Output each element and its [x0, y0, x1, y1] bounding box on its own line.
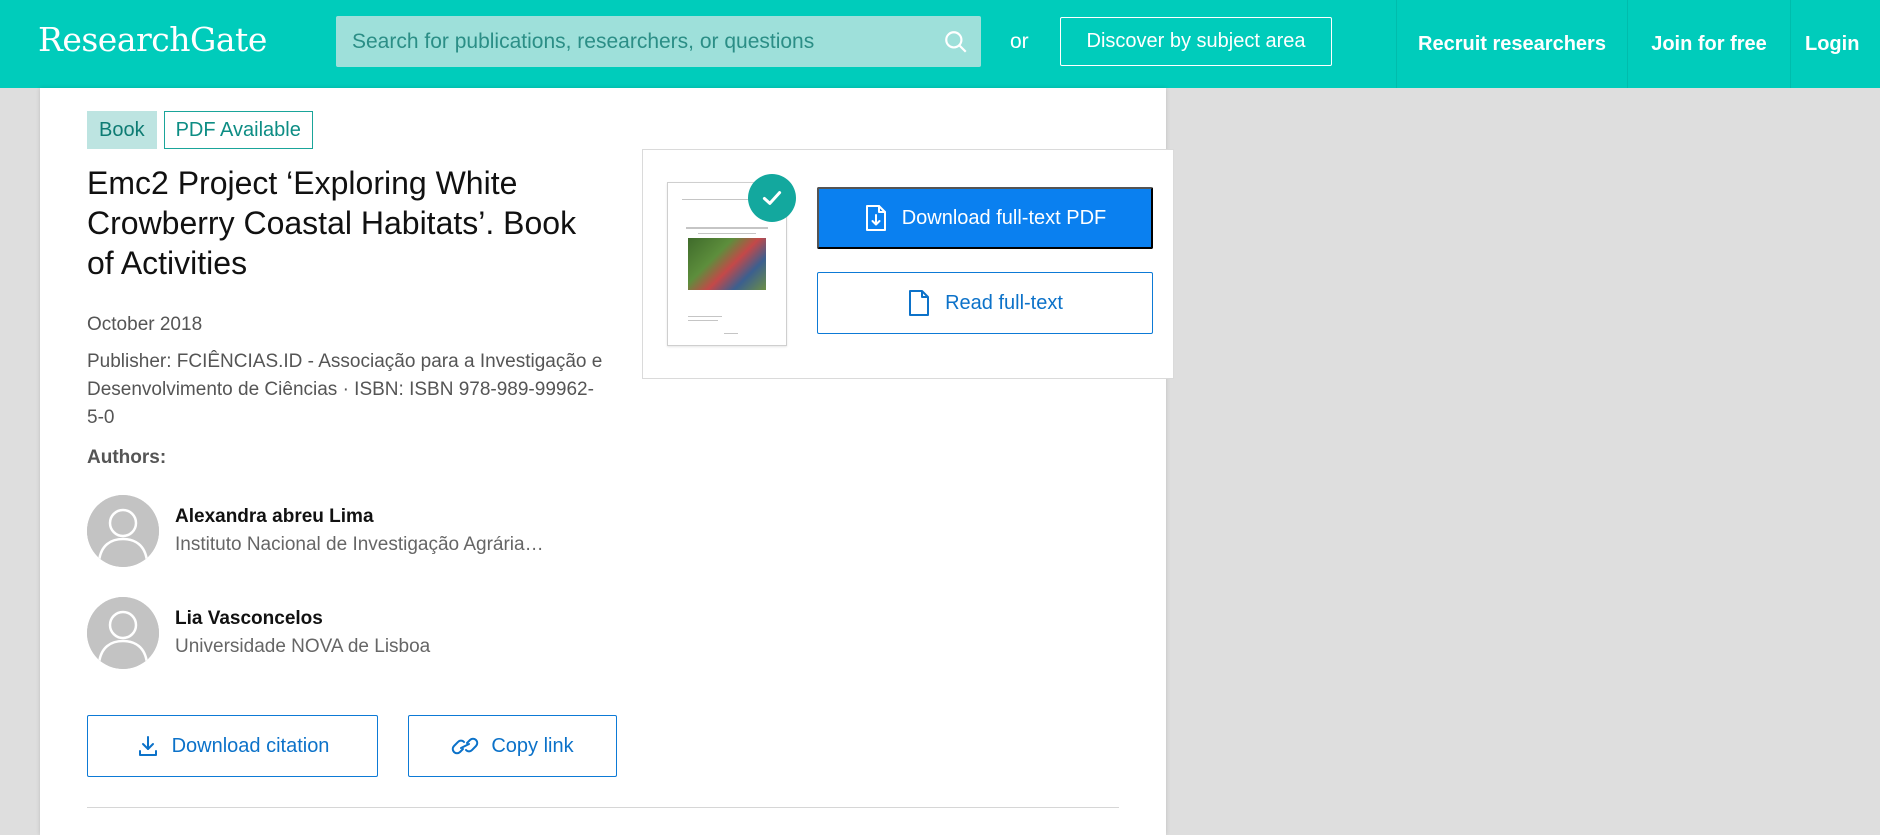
top-navigation-bar: ResearchGate or Discover by subject area… [0, 0, 1880, 88]
authors-label: Authors: [87, 447, 167, 468]
publication-badges: Book PDF Available [87, 111, 313, 149]
author-institution: Instituto Nacional de Investigação Agrár… [175, 534, 544, 555]
search-icon[interactable] [941, 27, 971, 57]
author-details: Lia Vasconcelos Universidade NOVA de Lis… [175, 608, 430, 658]
section-divider [87, 807, 1119, 808]
copy-link-label: Copy link [491, 734, 574, 757]
join-for-free-link[interactable]: Join for free [1627, 0, 1790, 88]
read-fulltext-button[interactable]: Read full-text [817, 272, 1153, 334]
download-fulltext-pdf-label: Download full-text PDF [901, 206, 1107, 229]
document-icon [907, 289, 931, 317]
author-name[interactable]: Lia Vasconcelos [175, 608, 430, 630]
pdf-file-icon [864, 204, 888, 232]
author-details: Alexandra abreu Lima Instituto Nacional … [175, 506, 544, 556]
recruit-researchers-link[interactable]: Recruit researchers [1396, 0, 1627, 88]
copy-link-button[interactable]: Copy link [408, 715, 617, 777]
author-institution: Universidade NOVA de Lisboa [175, 636, 431, 657]
or-separator: or [1010, 30, 1029, 53]
download-fulltext-pdf-button[interactable]: Download full-text PDF [817, 187, 1153, 249]
fulltext-panel: Download full-text PDF Read full-text [642, 149, 1174, 379]
header-nav: Recruit researchers Join for free Login [1396, 0, 1880, 88]
download-citation-button[interactable]: Download citation [87, 715, 378, 777]
read-fulltext-label: Read full-text [945, 291, 1063, 314]
publication-title: Emc2 Project ‘Exploring White Crowberry … [87, 165, 577, 281]
researchgate-logo[interactable]: ResearchGate [38, 20, 267, 59]
author-item[interactable]: Alexandra abreu Lima Instituto Nacional … [87, 495, 607, 567]
cover-photo [688, 238, 766, 290]
avatar-placeholder-icon[interactable] [87, 495, 159, 567]
download-citation-label: Download citation [171, 734, 330, 757]
author-item[interactable]: Lia Vasconcelos Universidade NOVA de Lis… [87, 597, 607, 669]
link-icon [451, 734, 479, 758]
publication-date: October 2018 [87, 314, 203, 335]
author-name[interactable]: Alexandra abreu Lima [175, 506, 544, 528]
avatar-placeholder-icon[interactable] [87, 597, 159, 669]
download-icon [136, 734, 160, 758]
search-input[interactable] [336, 16, 941, 67]
discover-by-subject-button[interactable]: Discover by subject area [1060, 17, 1332, 66]
type-badge: Book [87, 111, 157, 149]
login-link[interactable]: Login [1790, 0, 1880, 88]
pdf-available-badge: PDF Available [163, 111, 313, 149]
search-bar [336, 16, 981, 67]
check-icon [748, 174, 796, 222]
publisher-info: Publisher: FCIÊNCIAS.ID - Associação par… [87, 351, 603, 428]
